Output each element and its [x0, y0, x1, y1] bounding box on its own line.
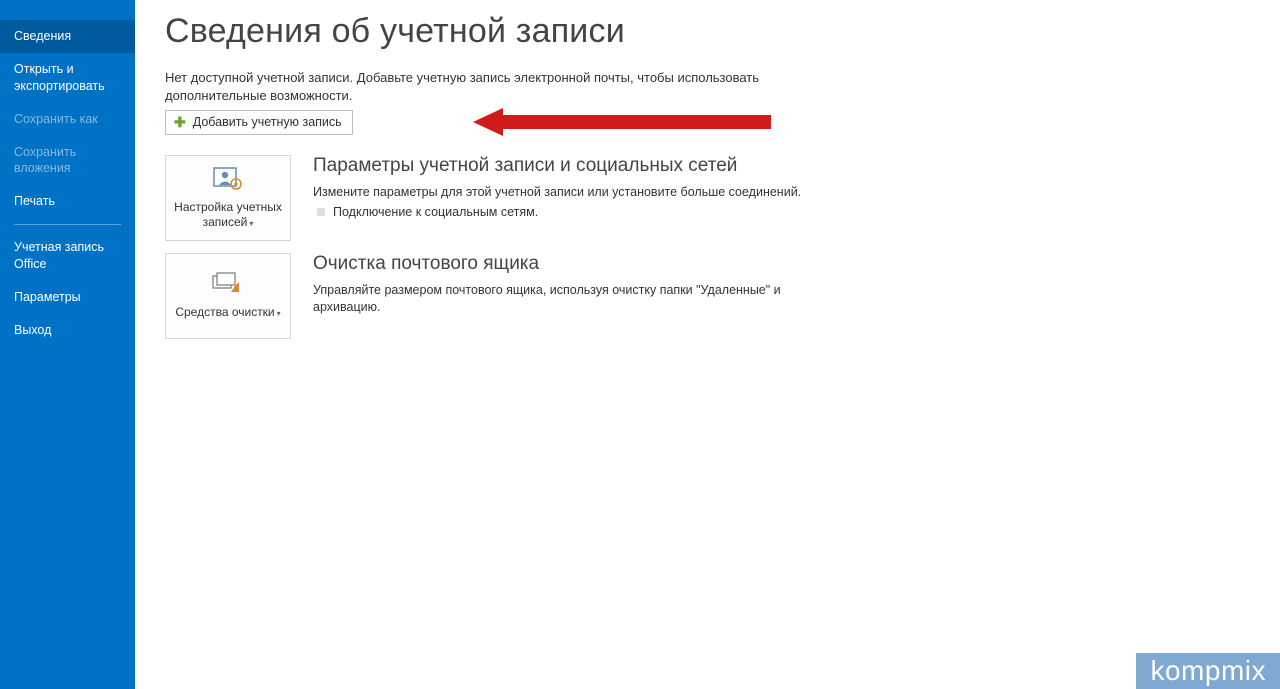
sidebar-item-options[interactable]: Параметры	[0, 281, 135, 314]
section-info-account: Параметры учетной записи и социальных се…	[313, 155, 833, 219]
add-account-button[interactable]: ✚ Добавить учетную запись	[165, 110, 353, 135]
section-cleanup: Средства очистки▾ Очистка почтового ящик…	[165, 253, 1250, 339]
sidebar-item-office-account[interactable]: Учетная запись Office	[0, 231, 135, 281]
sidebar-item-print[interactable]: Печать	[0, 185, 135, 218]
sidebar: Сведения Открыть и экспортировать Сохран…	[0, 0, 135, 689]
arrow-body	[503, 115, 771, 129]
chevron-down-icon: ▾	[277, 309, 281, 318]
chevron-down-icon: ▾	[249, 219, 253, 228]
section-title-account: Параметры учетной записи и социальных се…	[313, 155, 833, 178]
intro-text: Нет доступной учетной записи. Добавьте у…	[165, 69, 805, 104]
page-title: Сведения об учетной записи	[165, 12, 1250, 51]
sidebar-item-open-export[interactable]: Открыть и экспортировать	[0, 53, 135, 103]
cleanup-tools-tile-label: Средства очистки▾	[175, 305, 280, 320]
cleanup-tools-tile[interactable]: Средства очистки▾	[165, 253, 291, 339]
add-account-label: Добавить учетную запись	[193, 115, 342, 129]
section-title-cleanup: Очистка почтового ящика	[313, 253, 833, 276]
sidebar-item-exit[interactable]: Выход	[0, 314, 135, 347]
sub-item-label: Подключение к социальным сетям.	[333, 205, 538, 219]
sub-item-social[interactable]: Подключение к социальным сетям.	[317, 205, 833, 219]
section-account-settings: Настройка учетных записей▾ Параметры уче…	[165, 155, 1250, 241]
annotation-arrow	[473, 108, 771, 136]
section-info-cleanup: Очистка почтового ящика Управляйте разме…	[313, 253, 833, 317]
cleanup-tools-icon	[211, 272, 245, 299]
section-desc-account: Измените параметры для этой учетной запи…	[313, 184, 833, 202]
account-settings-tile[interactable]: Настройка учетных записей▾	[165, 155, 291, 241]
arrow-head-icon	[473, 108, 503, 136]
content-pane: Сведения об учетной записи Нет доступной…	[135, 0, 1280, 689]
plus-icon: ✚	[174, 115, 186, 129]
account-settings-tile-label: Настройка учетных записей▾	[172, 200, 284, 230]
bullet-icon	[317, 208, 325, 216]
sidebar-item-save-as: Сохранить как	[0, 103, 135, 136]
sidebar-item-info[interactable]: Сведения	[0, 20, 135, 53]
account-settings-icon	[213, 167, 243, 194]
section-desc-cleanup: Управляйте размером почтового ящика, исп…	[313, 282, 833, 317]
sidebar-divider	[14, 224, 121, 225]
sidebar-item-save-attachments: Сохранить вложения	[0, 136, 135, 186]
watermark: kompmix	[1136, 653, 1280, 689]
